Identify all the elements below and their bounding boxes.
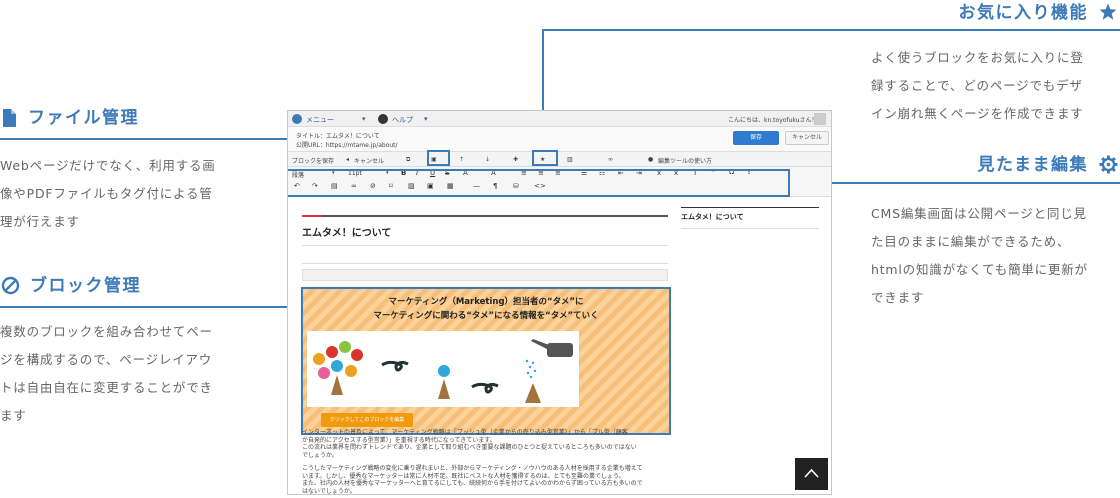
question-icon: ●	[648, 156, 654, 163]
paragraph-1: インターネットの普及によって、マーケティング戦略は「プッシュ型（企業からの売り込…	[302, 429, 637, 459]
paragraph-2: こうしたマーケティング戦略の変化に乗り遅れまいと、外部からマーケティング・ノウハ…	[302, 465, 643, 495]
empty-block[interactable]	[302, 269, 668, 281]
page-title-line: タイトル：エムタメ！について	[296, 133, 380, 140]
highlight-favorite	[532, 150, 558, 166]
link-icon[interactable]: ∞	[608, 156, 613, 163]
gear-icon	[1099, 155, 1118, 174]
highlight-file-manager	[427, 150, 450, 166]
edit-tool-help-link[interactable]: 編集ツールの使い方	[658, 156, 712, 165]
feature-favorite-desc: よく使うブロックをお気に入りに登 録することで、どのページでもデザ イン崩れ無く…	[871, 50, 1084, 121]
avatar[interactable]	[814, 113, 826, 125]
copy-icon[interactable]: ⧉	[406, 156, 410, 164]
delete-icon[interactable]: ▥	[567, 156, 573, 163]
prohibit-icon	[1, 276, 20, 295]
block-headline-2: マーケティングに関わる“タメ”になる情報を“タメ”ていく	[373, 311, 599, 321]
undo-arrow-icon[interactable]: ◂	[346, 156, 349, 163]
connector-block	[0, 306, 301, 308]
cms-screenshot: メニュー ▾ ヘルプ ▾ こんにちは、kn.toyofukuさん！ タイトル：エ…	[287, 110, 832, 495]
move-down-icon[interactable]: ↓	[485, 156, 490, 163]
chevron-up-icon	[804, 468, 819, 478]
edit-block-button[interactable]: クリックしてこのブロックを編集	[321, 413, 413, 427]
highlight-editor-toolbar	[288, 169, 790, 197]
marketing-block[interactable]: マーケティング（Marketing）担当者の“タメ”に マーケティングに関わる“…	[301, 287, 671, 435]
feature-wysiwyg-desc: CMS編集画面は公開ページと同じ見 た目のままに編集ができるため、 htmlの知…	[871, 206, 1088, 305]
sidebar-title[interactable]: エムタメ！について	[681, 207, 819, 222]
cms-menubar: メニュー ▾ ヘルプ ▾ こんにちは、kn.toyofukuさん！	[288, 111, 831, 127]
feature-wysiwyg-title: 見たまま編集	[977, 155, 1088, 175]
greeting-text: こんにちは、kn.toyofukuさん！	[728, 117, 818, 124]
document-icon	[3, 109, 16, 127]
menu-label[interactable]: メニュー	[306, 115, 334, 125]
help-dropdown-icon[interactable]: ▾	[424, 115, 428, 123]
help-label[interactable]: ヘルプ	[392, 115, 413, 125]
marketing-illustration	[313, 339, 573, 403]
toolbar-cancel-button[interactable]: キャンセル	[354, 156, 384, 165]
page-url-line[interactable]: 公開URL：https://mtame.jp/about/	[296, 140, 398, 149]
article-rule	[302, 215, 668, 217]
block-headline-1: マーケティング（Marketing）担当者の“タメ”に	[388, 297, 584, 307]
menu-dropdown-icon[interactable]: ▾	[362, 115, 366, 123]
move-up-icon[interactable]: ↑	[459, 156, 464, 163]
feature-favorite-title: お気に入り機能	[958, 3, 1088, 23]
menu-logo-icon	[292, 114, 302, 124]
feature-block-desc: 複数のブロックを組み合わせてペー ジを構成するので、ページレイアウ トは自由自在…	[0, 324, 213, 423]
watering-can-icon	[531, 339, 573, 357]
scroll-to-top-button[interactable]	[795, 458, 828, 490]
flower-tree-icon	[313, 341, 363, 395]
article-title[interactable]: エムタメ！について	[302, 224, 391, 239]
add-block-icon[interactable]: ✚	[513, 156, 518, 163]
connector-favorite	[542, 29, 1120, 31]
illustration-area	[307, 331, 579, 407]
feature-file-title: ファイル管理	[28, 108, 139, 128]
feature-block-title: ブロック管理	[30, 276, 141, 296]
cancel-button[interactable]: キャンセル	[785, 131, 829, 145]
connector-wysiwyg	[789, 182, 1120, 184]
block-save-button[interactable]: ブロックを保存	[292, 156, 334, 165]
help-icon	[378, 114, 388, 124]
star-icon	[1099, 3, 1117, 20]
feature-file-desc: Webページだけでなく、利用する画 像やPDFファイルもタグ付による管 理が行え…	[0, 158, 216, 229]
block-toolbar: ブロックを保存 ◂ キャンセル ⧉ ▣ ↑ ↓ ✚ ★ ▥ ∞ ● 編集ツールの…	[288, 151, 831, 167]
save-button[interactable]: 保存	[733, 131, 779, 145]
